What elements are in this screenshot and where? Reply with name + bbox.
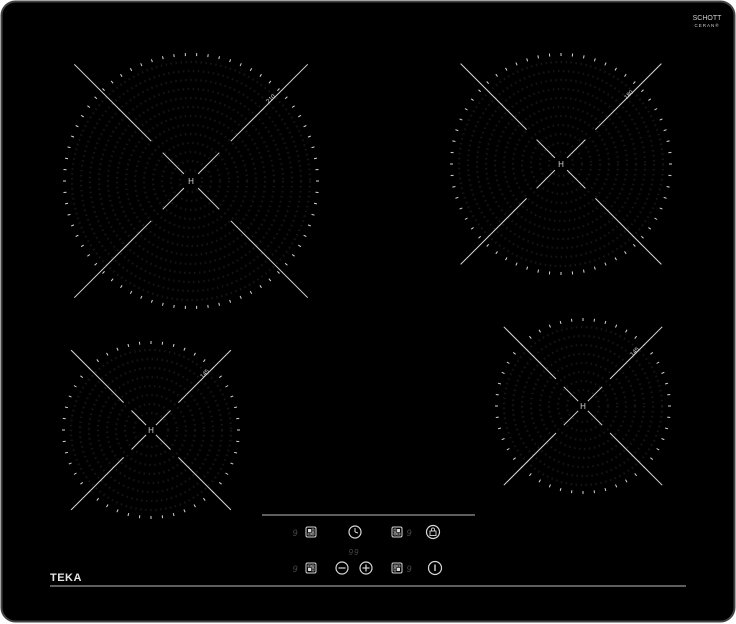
brand-logo: TEKA (50, 572, 82, 584)
glass-maker-line1: SCHOTT (693, 15, 723, 22)
zone-power-display: 9 (406, 564, 411, 574)
timer-display: 99 (349, 548, 360, 557)
zone-power-display: 9 (406, 528, 411, 538)
zone-power-display: 9 (292, 528, 297, 538)
residual-heat-indicator: H (188, 177, 194, 186)
residual-heat-indicator: H (580, 402, 586, 411)
residual-heat-indicator: H (558, 160, 564, 169)
cooktop: SCHOTT CERAN® H 210 H 180 H 145 H 145 9 (0, 0, 736, 623)
zone-power-display: 9 (292, 564, 297, 574)
residual-heat-indicator: H (148, 426, 154, 435)
glass-maker-logo: SCHOTT CERAN® (693, 15, 723, 28)
glass-maker-line2: CERAN® (694, 22, 719, 28)
